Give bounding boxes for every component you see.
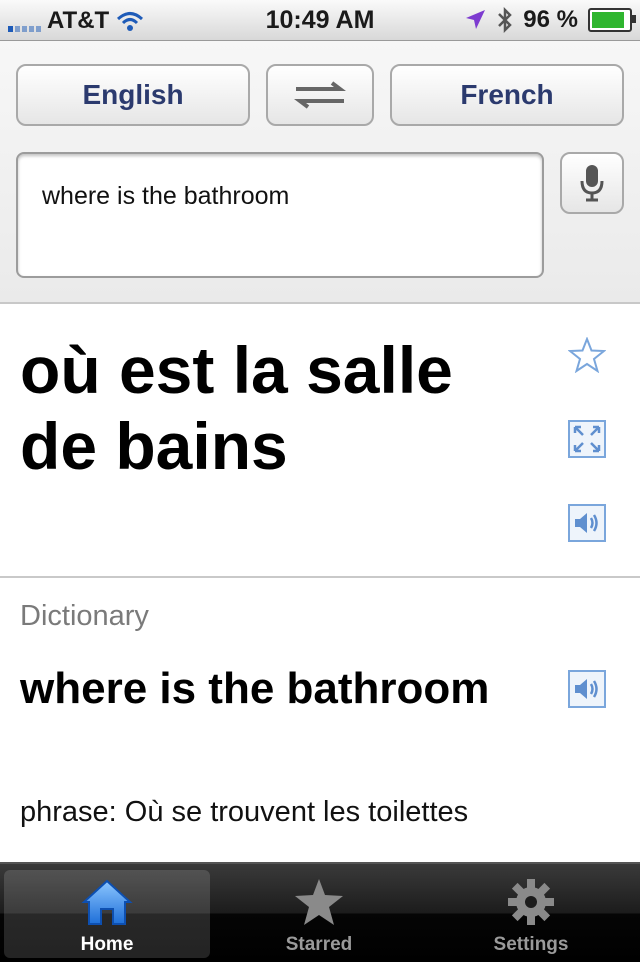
dictionary-term: where is the bathroom: [20, 664, 490, 713]
speaker-icon: [568, 670, 606, 708]
swap-arrows-icon: [294, 81, 346, 109]
fullscreen-button[interactable]: [568, 420, 606, 458]
speak-term-button[interactable]: [568, 670, 606, 708]
tab-home-label: Home: [80, 934, 134, 955]
home-icon: [81, 879, 133, 925]
tab-starred-label: Starred: [285, 934, 353, 955]
source-language-button[interactable]: English: [16, 64, 250, 126]
star-translation-button[interactable]: [568, 336, 606, 374]
bluetooth-icon: [498, 7, 513, 33]
dictionary-definition: phrase: Où se trouvent les toilettes: [20, 796, 469, 828]
speaker-icon: [568, 504, 606, 542]
dictionary-heading: Dictionary: [20, 600, 149, 632]
target-language-button[interactable]: French: [390, 64, 624, 126]
speak-translation-button[interactable]: [568, 504, 606, 542]
swap-languages-button[interactable]: [266, 64, 374, 126]
location-arrow-icon: [466, 10, 486, 29]
tab-settings[interactable]: Settings: [428, 870, 634, 958]
status-bar: AT&T 10:49 AM 96 %: [0, 0, 640, 41]
star-outline-icon: [568, 337, 606, 373]
tab-home[interactable]: Home: [4, 870, 210, 958]
battery-percent: 96 %: [523, 6, 578, 33]
microphone-icon: [580, 165, 604, 202]
star-icon: [295, 879, 343, 925]
status-right: 96 %: [463, 6, 636, 34]
battery-icon: [588, 8, 636, 32]
translation-text: où est la salle de bains: [20, 333, 453, 483]
gear-icon: [508, 879, 554, 925]
source-text-input[interactable]: where is the bathroom: [16, 152, 544, 278]
voice-input-button[interactable]: [560, 152, 624, 214]
translate-input-panel: English French where is the bathroom: [0, 41, 640, 304]
section-divider: [0, 576, 640, 578]
translation-result: où est la salle de bains: [0, 304, 640, 576]
tab-bar: Home Starred Settings: [0, 862, 640, 962]
fullscreen-icon: [568, 420, 606, 458]
tab-settings-label: Settings: [493, 934, 569, 955]
tab-starred[interactable]: Starred: [216, 870, 422, 958]
